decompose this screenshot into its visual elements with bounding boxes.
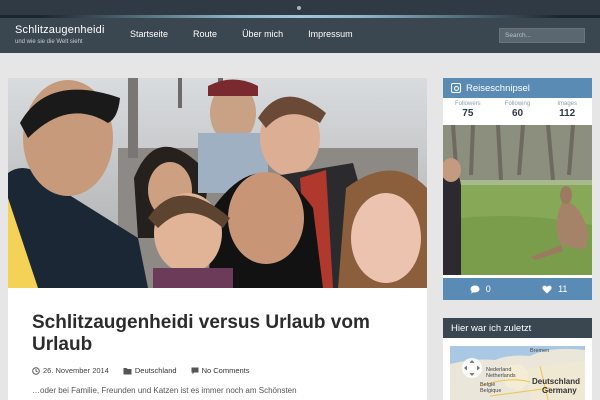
stat-value: 112 [559, 108, 576, 119]
main-nav: Startseite Route Über mich Impressum [130, 29, 378, 39]
instagram-widget-title: Reiseschnipsel [466, 82, 530, 94]
group-selfie-photo [8, 78, 427, 288]
map-label-belgique: Belgique [480, 388, 501, 394]
search-input[interactable] [499, 28, 585, 43]
post-card: Schlitzaugenheidi versus Urlaub vom Urla… [8, 78, 427, 400]
map-label-netherlands: Netherlands [486, 373, 516, 379]
site-header: Schlitzaugenheidi und wie sie die Welt s… [0, 18, 600, 53]
nav-item-ueber-mich[interactable]: Über mich [242, 29, 283, 39]
location-map[interactable]: Bremen Nederland Netherlands België Belg… [450, 346, 585, 400]
instagram-likes[interactable]: 11 [518, 278, 593, 300]
stat-following: Following 60 [493, 98, 543, 125]
strip-dot-icon [297, 6, 301, 10]
post-meta: 26. November 2014 Deutschland No Comment… [32, 366, 250, 375]
instagram-comments[interactable]: 0 [443, 278, 518, 300]
instagram-widget-footer: 0 11 [443, 278, 592, 300]
comment-icon [191, 367, 199, 374]
map-widget-title: Hier war ich zuletzt [451, 322, 532, 334]
site-tagline: und wie sie die Welt sieht [15, 39, 83, 45]
site-title[interactable]: Schlitzaugenheidi [15, 24, 105, 36]
post-category-link[interactable]: Deutschland [135, 366, 177, 375]
likes-count: 11 [558, 284, 568, 294]
instagram-stats: Followers 75 Following 60 Images 112 [443, 98, 592, 125]
map-canvas: Bremen Nederland Netherlands België Belg… [450, 346, 585, 400]
map-label-germany: Germany [542, 386, 577, 395]
nav-item-startseite[interactable]: Startseite [130, 29, 168, 39]
stat-value: 60 [511, 108, 524, 119]
comments-count: 0 [485, 284, 491, 294]
post-date: 26. November 2014 [43, 366, 109, 375]
post-title[interactable]: Schlitzaugenheidi versus Urlaub vom Urla… [32, 312, 412, 356]
post-excerpt: …oder bei Familie, Freunden und Katzen i… [32, 386, 297, 395]
map-widget: Hier war ich zuletzt Bremen Nederland Ne… [443, 318, 592, 400]
calendar-icon [32, 366, 40, 375]
top-admin-strip [0, 0, 600, 16]
post-comments-link[interactable]: No Comments [202, 366, 250, 375]
folder-icon [123, 367, 132, 374]
stat-value: 75 [462, 108, 474, 119]
instagram-widget-header: Reiseschnipsel [443, 78, 592, 98]
instagram-icon [451, 83, 461, 93]
instagram-widget: Reiseschnipsel Followers 75 Following 60… [443, 78, 592, 300]
map-widget-header: Hier war ich zuletzt [443, 318, 592, 338]
instagram-photo[interactable] [443, 125, 592, 275]
comment-icon [470, 285, 480, 293]
nav-item-impressum[interactable]: Impressum [308, 29, 353, 39]
stat-followers: Followers 75 [443, 98, 493, 125]
stat-images: Images 112 [542, 98, 592, 125]
nav-item-route[interactable]: Route [193, 29, 217, 39]
kangaroo-photo [443, 125, 592, 275]
stat-label: Following [504, 101, 531, 107]
post-featured-image[interactable] [8, 78, 427, 288]
heart-icon [542, 285, 552, 293]
map-label-bremen: Bremen [530, 348, 549, 354]
map-label-deutschland: Deutschland [532, 377, 580, 386]
stat-label: Followers [454, 101, 481, 107]
stat-label: Images [557, 101, 578, 107]
